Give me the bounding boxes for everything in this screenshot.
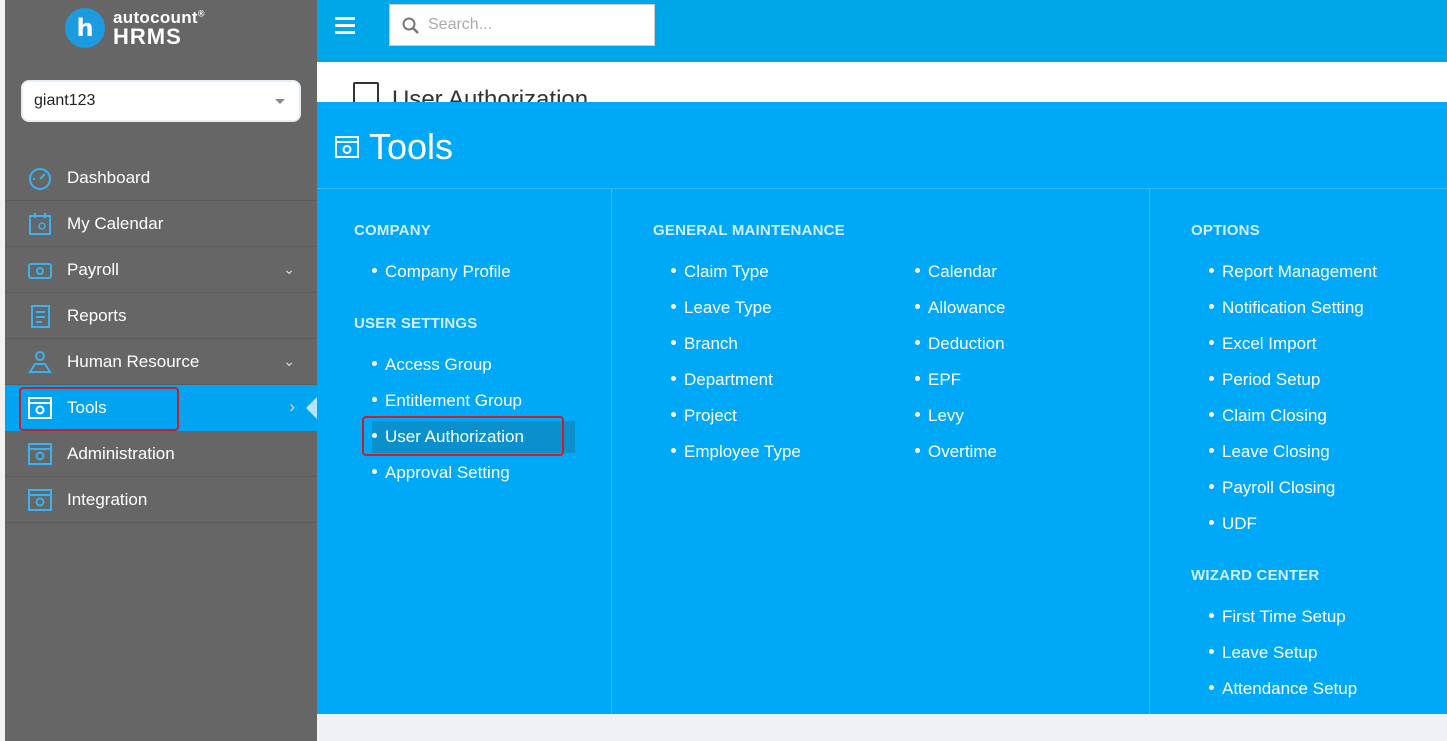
menu-link-approval-setting[interactable]: Approval Setting	[372, 463, 510, 483]
chevron-down-icon: ⌄	[283, 353, 295, 369]
sidebar: h autocount® HRMS giant123 Dashboard My …	[5, 0, 318, 741]
menu-link-leave-closing[interactable]: Leave Closing	[1209, 442, 1330, 462]
menu-link-first-time-setup[interactable]: First Time Setup	[1209, 607, 1346, 627]
chevron-down-icon: ⌄	[283, 261, 295, 277]
search-icon	[402, 17, 419, 34]
calendar-icon	[29, 213, 51, 235]
sidebar-item-tools[interactable]: Tools ›	[5, 385, 318, 431]
menu-link-excel-import[interactable]: Excel Import	[1209, 334, 1316, 354]
human-resource-icon	[28, 351, 52, 373]
menu-link-leave-type[interactable]: Leave Type	[671, 298, 772, 318]
sidebar-item-payroll[interactable]: Payroll ⌄	[5, 247, 317, 293]
page-footer-strip	[317, 714, 1447, 741]
reports-icon	[31, 305, 50, 328]
dashboard-icon	[29, 168, 51, 190]
sidebar-item-label: My Calendar	[67, 213, 164, 233]
logo-reg-mark: ®	[197, 7, 205, 18]
menu-link-claim-closing[interactable]: Claim Closing	[1209, 406, 1327, 426]
top-bar: Search...	[317, 0, 1447, 62]
search-placeholder: Search...	[428, 16, 493, 33]
tools-icon	[335, 136, 359, 158]
sidebar-item-reports[interactable]: Reports	[5, 293, 317, 339]
sidebar-item-label: Integration	[67, 489, 148, 509]
sidebar-item-label: Dashboard	[67, 167, 151, 187]
menu-link-company-profile[interactable]: Company Profile	[372, 262, 511, 282]
app-logo[interactable]: h autocount® HRMS	[65, 6, 205, 50]
menu-link-levy[interactable]: Levy	[915, 406, 964, 426]
menu-link-employee-type[interactable]: Employee Type	[671, 442, 801, 462]
sidebar-item-my-calendar[interactable]: My Calendar	[5, 201, 317, 247]
mega-menu-title-text: Tools	[369, 126, 454, 167]
user-authorization-icon	[353, 82, 379, 102]
divider	[317, 188, 1447, 189]
menu-link-project[interactable]: Project	[671, 406, 737, 426]
menu-link-deduction[interactable]: Deduction	[915, 334, 1005, 354]
company-select[interactable]: giant123	[21, 80, 301, 122]
sidebar-item-human-resource[interactable]: Human Resource ⌄	[5, 339, 317, 385]
menu-link-leave-setup[interactable]: Leave Setup	[1209, 643, 1317, 663]
menu-link-calendar[interactable]: Calendar	[915, 262, 997, 282]
administration-icon	[28, 443, 52, 465]
column-divider	[611, 189, 612, 714]
integration-icon	[28, 489, 52, 511]
page-title: User Authorization	[392, 86, 589, 102]
sidebar-item-label: Human Resource	[67, 351, 200, 371]
caret-down-icon	[275, 99, 285, 104]
menu-link-payroll-closing[interactable]: Payroll Closing	[1209, 478, 1335, 498]
annotation-highlight	[362, 416, 564, 456]
section-heading-options: OPTIONS	[1191, 222, 1260, 239]
mega-menu-title: Tools	[335, 126, 453, 168]
sidebar-item-dashboard[interactable]: Dashboard	[5, 155, 317, 201]
logo-mark: h	[65, 8, 105, 48]
menu-link-access-group[interactable]: Access Group	[372, 355, 492, 375]
menu-link-department[interactable]: Department	[671, 370, 773, 390]
column-divider	[1149, 189, 1150, 714]
menu-link-udf[interactable]: UDF	[1209, 514, 1257, 534]
menu-icon[interactable]	[335, 17, 355, 35]
sidebar-item-integration[interactable]: Integration	[5, 477, 317, 523]
chevron-right-icon: ›	[289, 397, 295, 416]
menu-link-branch[interactable]: Branch	[671, 334, 738, 354]
menu-link-allowance[interactable]: Allowance	[915, 298, 1006, 318]
menu-link-attendance-setup[interactable]: Attendance Setup	[1209, 679, 1357, 699]
section-heading-company: COMPANY	[354, 222, 431, 239]
sidebar-item-label: Administration	[67, 443, 175, 463]
search-input[interactable]: Search...	[389, 4, 655, 46]
sidebar-item-label: Reports	[67, 305, 127, 325]
menu-link-notification-setting[interactable]: Notification Setting	[1209, 298, 1364, 318]
sidebar-item-administration[interactable]: Administration	[5, 431, 317, 477]
annotation-highlight	[19, 387, 179, 431]
section-heading-wizard-center: WIZARD CENTER	[1191, 567, 1320, 584]
company-select-value: giant123	[34, 92, 96, 109]
menu-link-epf[interactable]: EPF	[915, 370, 961, 390]
section-heading-general-maintenance: GENERAL MAINTENANCE	[653, 222, 845, 239]
menu-link-report-management[interactable]: Report Management	[1209, 262, 1377, 282]
page-header: User Authorization	[317, 62, 1447, 102]
section-heading-user-settings: USER SETTINGS	[354, 315, 478, 332]
menu-link-entitlement-group[interactable]: Entitlement Group	[372, 391, 522, 411]
tools-mega-menu: Tools COMPANY Company Profile USER SETTI…	[317, 102, 1447, 714]
sidebar-item-label: Payroll	[67, 259, 119, 279]
logo-product-text: HRMS	[113, 23, 182, 49]
menu-link-period-setup[interactable]: Period Setup	[1209, 370, 1320, 390]
sidebar-nav: Dashboard My Calendar Payroll ⌄ Reports …	[5, 155, 318, 523]
menu-link-overtime[interactable]: Overtime	[915, 442, 997, 462]
payroll-icon	[28, 263, 52, 279]
menu-link-claim-type[interactable]: Claim Type	[671, 262, 769, 282]
